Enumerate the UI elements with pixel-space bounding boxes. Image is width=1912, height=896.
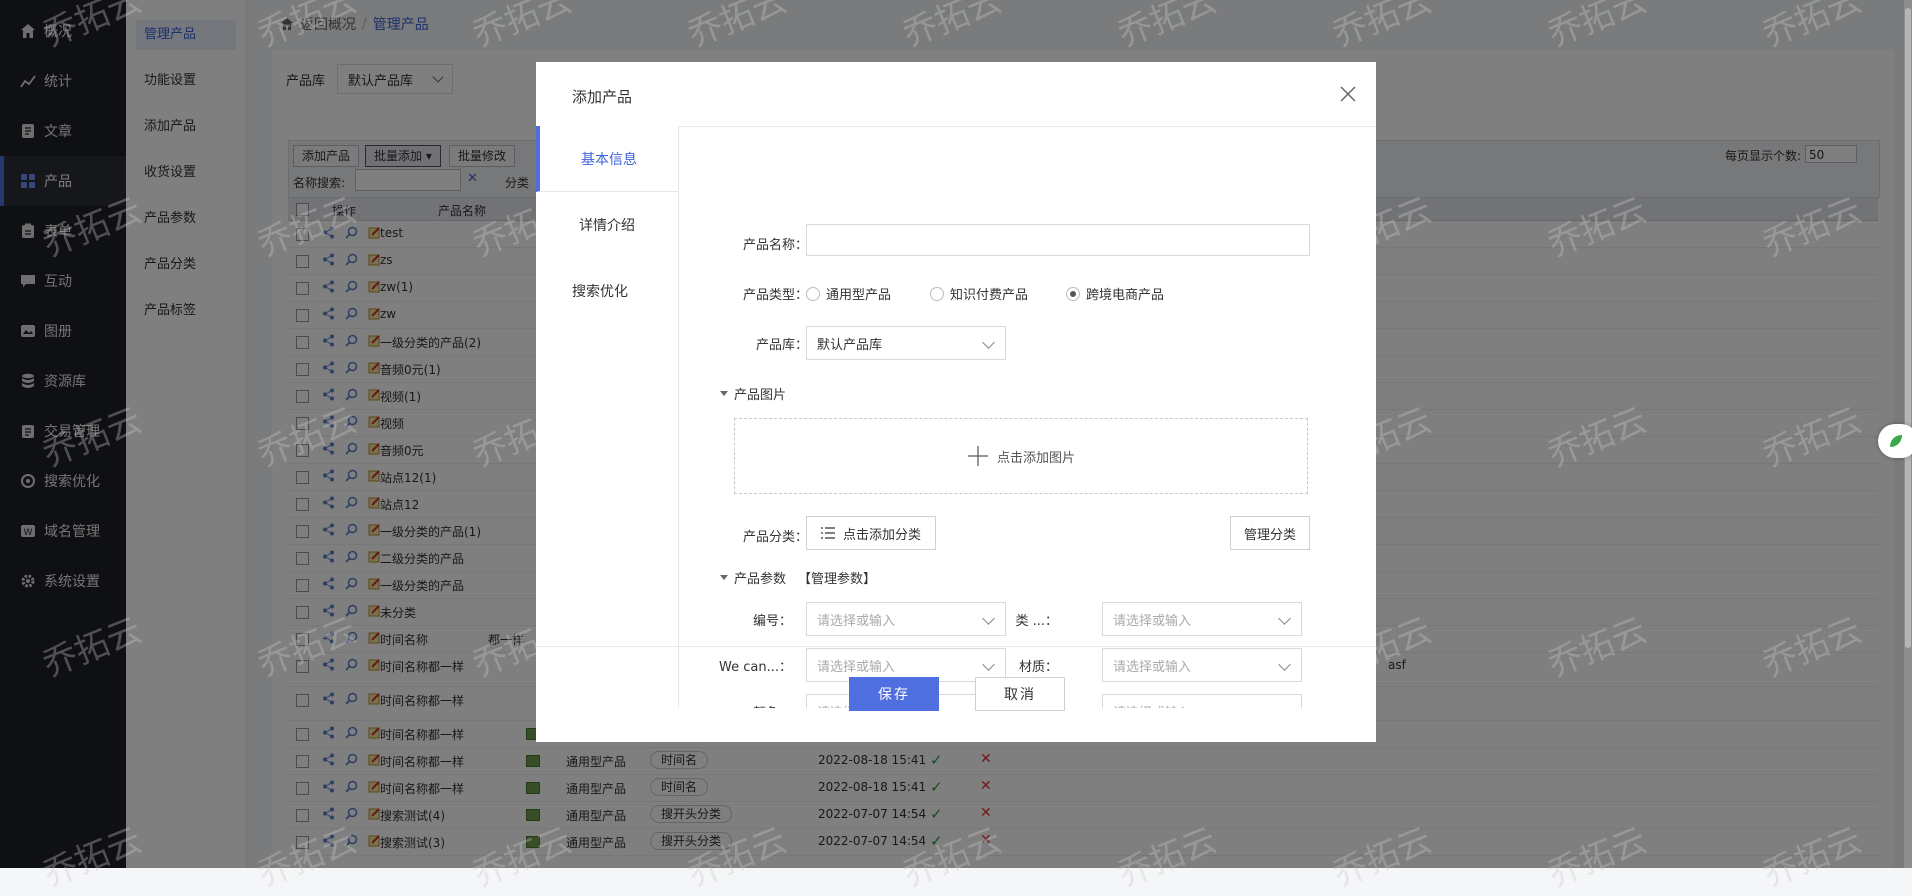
watermark-text: 乔拓云	[897, 0, 1008, 56]
add-category-label: 点击添加分类	[842, 527, 921, 543]
modal-tabs: 基本信息 详情介绍 搜索优化	[536, 126, 679, 708]
add-product-modal: 添加产品 基本信息 详情介绍 搜索优化 产品名称： 产品类型： 通用型产品 知识…	[536, 62, 1376, 742]
add-category-button[interactable]: 点击添加分类	[806, 516, 936, 550]
watermark-text: 乔拓云	[1112, 820, 1223, 896]
watermark-text: 乔拓云	[897, 820, 1008, 896]
chevron-down-icon	[982, 336, 995, 349]
type-general-label: 通用型产品	[826, 288, 892, 303]
modal-footer	[536, 646, 1376, 743]
upload-text: 点击添加图片	[996, 450, 1075, 466]
tab-seo[interactable]: 搜索优化	[536, 258, 678, 324]
product-category-label: 产品分类：	[742, 530, 808, 545]
cancel-button[interactable]: 取消	[975, 677, 1065, 711]
product-name-label: 产品名称：	[742, 238, 808, 253]
watermark-text: 乔拓云	[252, 820, 363, 896]
product-library-select[interactable]: 默认产品库	[806, 326, 1006, 360]
close-icon[interactable]	[1338, 84, 1358, 104]
leaf-icon	[1890, 435, 1902, 447]
watermark-text: 乔拓云	[37, 190, 148, 266]
type-knowledge-label: 知识付费产品	[950, 288, 1029, 303]
save-button[interactable]: 保存	[849, 677, 939, 711]
watermark-text: 乔拓云	[1757, 0, 1868, 56]
watermark-text: 乔拓云	[1757, 820, 1868, 896]
modal-title: 添加产品	[572, 88, 633, 106]
list-icon	[820, 527, 835, 539]
scrollbar-thumb[interactable]	[1905, 8, 1911, 648]
param-label: 类 ...：	[1015, 614, 1058, 629]
watermark-text: 乔拓云	[682, 0, 793, 56]
manage-category-button[interactable]: 管理分类	[1230, 516, 1310, 550]
watermark-text: 乔拓云	[1112, 0, 1223, 56]
watermark-text: 乔拓云	[1542, 0, 1653, 56]
watermark-text: 乔拓云	[1542, 190, 1653, 266]
watermark-text: 乔拓云	[252, 0, 363, 56]
float-helper-button[interactable]	[1878, 424, 1912, 458]
watermark-text: 乔拓云	[1542, 610, 1653, 686]
tab-basic-info[interactable]: 基本信息	[536, 126, 678, 192]
watermark-text: 乔拓云	[252, 400, 363, 476]
radio-circle-selected	[1066, 286, 1080, 301]
images-section-title: 产品图片	[734, 388, 787, 403]
radio-circle	[806, 286, 820, 301]
watermark-text: 乔拓云	[1542, 820, 1653, 896]
product-library-value: 默认产品库	[817, 337, 883, 353]
watermark-text: 乔拓云	[1542, 400, 1653, 476]
type-radio-crossborder[interactable]: 跨境电商产品	[1066, 284, 1164, 303]
param-label: 编号：	[752, 614, 792, 629]
modal-form: 产品名称： 产品类型： 通用型产品 知识付费产品 跨境电商产品 产品库： 默认产…	[678, 126, 1376, 708]
param-select[interactable]: 请选择或输入	[1102, 602, 1302, 636]
watermark-text: 乔拓云	[1757, 400, 1868, 476]
watermark-text: 乔拓云	[1757, 610, 1868, 686]
watermark-text: 乔拓云	[1757, 190, 1868, 266]
param-placeholder: 请选择或输入	[817, 613, 896, 629]
watermark-text: 乔拓云	[467, 0, 578, 56]
modal-header: 添加产品	[536, 62, 1376, 127]
watermark-text: 乔拓云	[682, 820, 793, 896]
params-section-header[interactable]: 产品参数 【管理参数】	[720, 568, 876, 587]
product-library-label: 产品库：	[755, 338, 808, 353]
watermark-text: 乔拓云	[1327, 0, 1438, 56]
params-section-title: 产品参数	[734, 572, 787, 587]
caret-down-icon	[720, 391, 728, 396]
plus-icon	[967, 446, 988, 466]
manage-params-link[interactable]: 【管理参数】	[798, 568, 876, 587]
images-section-header[interactable]: 产品图片	[720, 384, 786, 403]
param-placeholder: 请选择或输入	[1113, 613, 1192, 629]
watermark-text: 乔拓云	[467, 820, 578, 896]
product-name-input[interactable]	[806, 224, 1310, 256]
radio-circle	[930, 286, 944, 301]
product-type-label: 产品类型：	[742, 288, 808, 303]
watermark-text: 乔拓云	[37, 820, 148, 896]
watermark-text: 乔拓云	[1327, 820, 1438, 896]
watermark-text: 乔拓云	[37, 400, 148, 476]
type-radio-general[interactable]: 通用型产品	[806, 284, 891, 303]
type-crossborder-label: 跨境电商产品	[1086, 288, 1165, 303]
caret-down-icon	[720, 575, 728, 580]
chevron-down-icon	[1278, 612, 1291, 625]
image-upload-area[interactable]: 点击添加图片	[734, 418, 1308, 494]
watermark-text: 乔拓云	[252, 190, 363, 266]
watermark-text: 乔拓云	[37, 0, 148, 56]
watermark-text: 乔拓云	[252, 610, 363, 686]
watermark-text: 乔拓云	[37, 610, 148, 686]
tab-details[interactable]: 详情介绍	[536, 192, 678, 258]
type-radio-knowledge[interactable]: 知识付费产品	[930, 284, 1028, 303]
